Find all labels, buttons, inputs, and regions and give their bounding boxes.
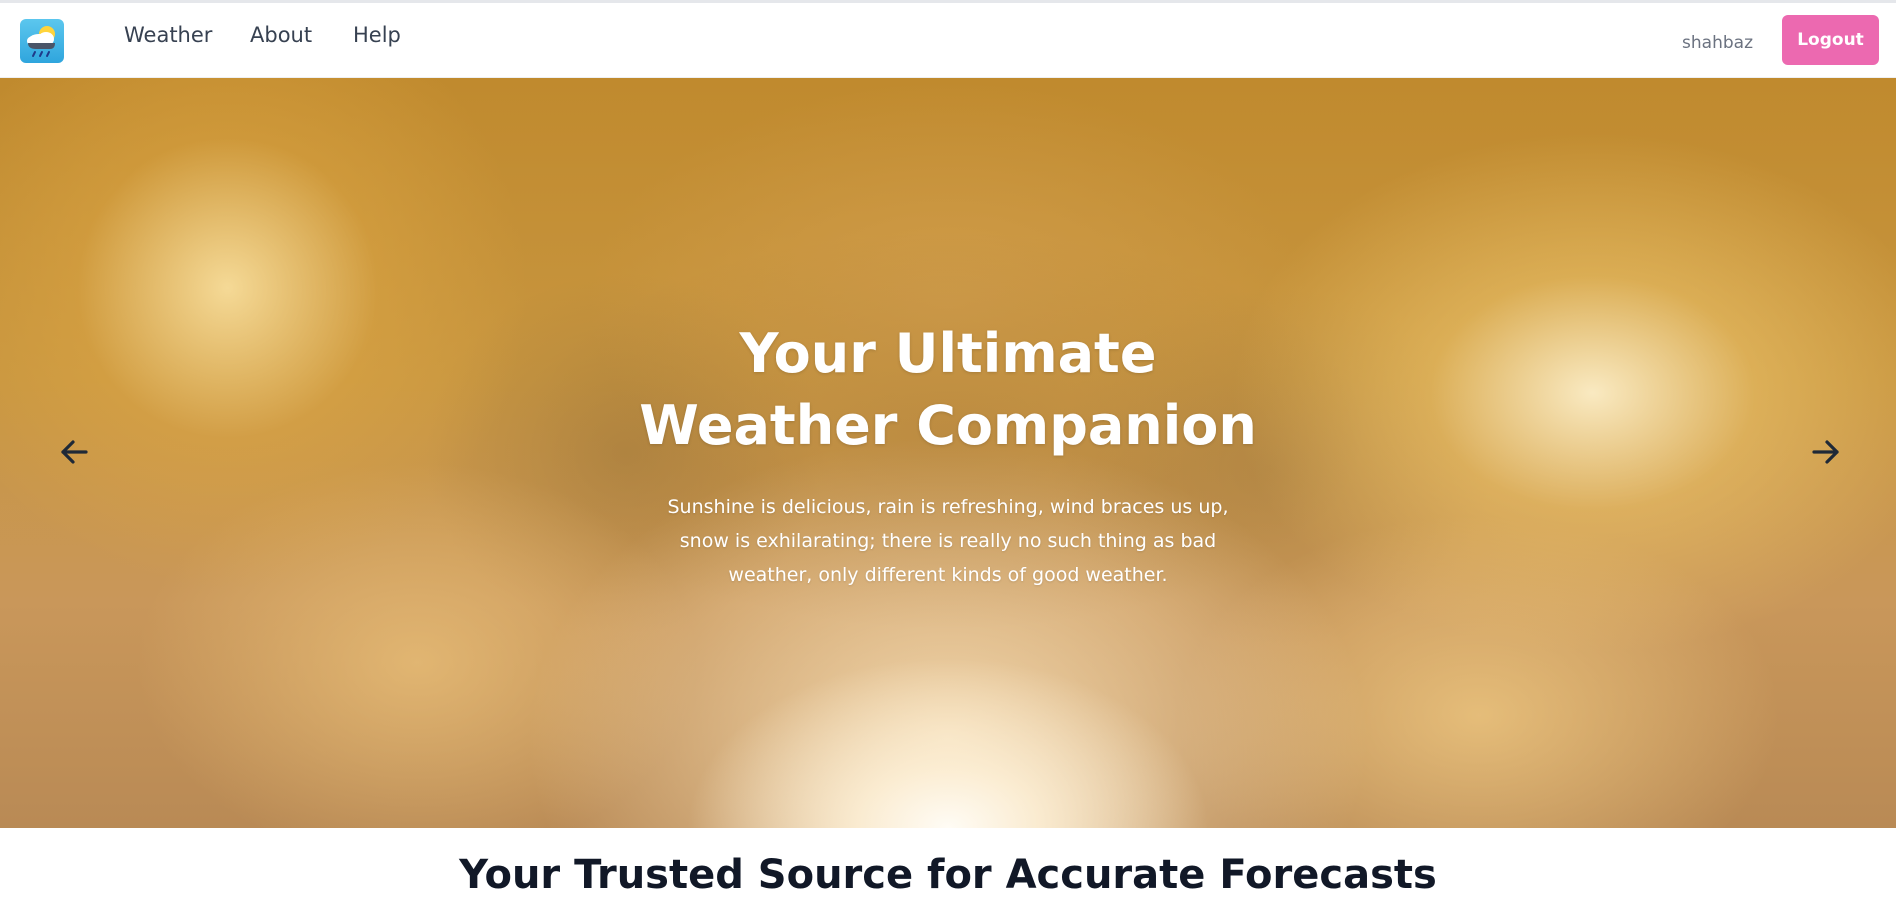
hero-quote: Sunshine is delicious, rain is refreshin… [667,496,1229,586]
hero-title: Your Ultimate Weather Companion [598,318,1298,462]
hero-title-line2: Weather Companion [639,394,1257,457]
nav-about[interactable]: About [250,23,312,47]
hero-title-line1: Your Ultimate [739,322,1157,385]
carousel-prev-button[interactable] [54,432,94,472]
arrow-left-icon [61,440,88,464]
arrow-right-icon [1812,440,1839,464]
hero-carousel: Your Ultimate Weather Companion Sunshine… [0,78,1896,828]
navbar: Weather About Help shahbaz Logout [0,3,1896,78]
username: shahbaz [1682,33,1753,53]
carousel-next-button[interactable] [1806,432,1846,472]
nav-help[interactable]: Help [353,23,401,47]
nav-weather[interactable]: Weather [124,23,212,47]
logout-button[interactable]: Logout [1782,15,1879,65]
cloud-sun-rain-icon[interactable] [20,19,64,63]
